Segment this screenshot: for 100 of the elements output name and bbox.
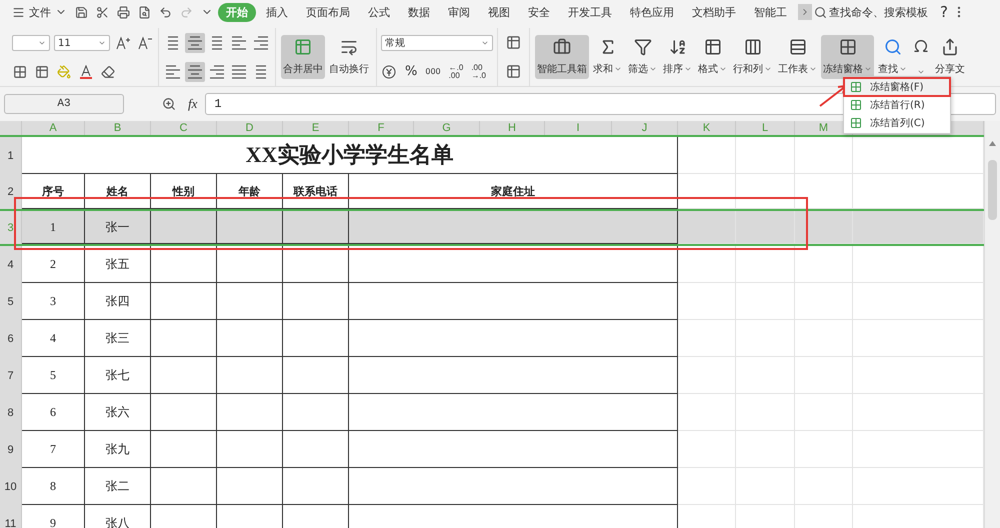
align-icon[interactable]: [230, 62, 248, 80]
row-header[interactable]: 1: [0, 137, 22, 174]
table-row[interactable]: 9 7 张九: [0, 431, 984, 468]
scissors-icon[interactable]: [96, 6, 109, 18]
align-icon[interactable]: [186, 34, 204, 52]
caret-icon[interactable]: [809, 65, 817, 73]
caret-icon[interactable]: [684, 65, 692, 73]
row-header[interactable]: 7: [0, 357, 22, 394]
undo-icon[interactable]: [159, 6, 172, 18]
print-icon[interactable]: [117, 6, 130, 18]
conditional-format-icon[interactable]: [506, 35, 521, 50]
ribbon-tab[interactable]: 开发工具: [560, 2, 620, 22]
merge-center-button[interactable]: 合并居中: [281, 35, 325, 79]
table-cell: [678, 468, 736, 505]
table-row[interactable]: 4 2 张五: [0, 246, 984, 283]
table-row[interactable]: 7 5 张七: [0, 357, 984, 394]
font-name-field[interactable]: [12, 35, 50, 51]
zoom-icon[interactable]: [162, 97, 176, 111]
row-header[interactable]: 11: [0, 505, 22, 528]
cell-reference-field[interactable]: A3: [4, 94, 124, 114]
caret-icon[interactable]: [98, 39, 106, 47]
ribbon-tool-button[interactable]: 工作表: [776, 35, 819, 79]
align-icon[interactable]: [230, 34, 248, 52]
ribbon-tab[interactable]: 审阅: [440, 2, 478, 22]
currency-icon[interactable]: [382, 64, 396, 78]
caret-icon[interactable]: [719, 65, 727, 73]
file-menu[interactable]: 文件: [29, 4, 51, 20]
ribbon-tool-button[interactable]: 筛选: [626, 35, 659, 79]
caret-icon[interactable]: [614, 65, 622, 73]
ribbon-tab[interactable]: 插入: [258, 2, 296, 22]
caret-icon[interactable]: [38, 39, 46, 47]
ribbon-tool-button[interactable]: 智能工具箱: [535, 35, 589, 79]
ribbon-tab[interactable]: 数据: [400, 2, 438, 22]
scrollbar-thumb[interactable]: [988, 160, 997, 220]
row-header[interactable]: 5: [0, 283, 22, 320]
ribbon-tab[interactable]: 公式: [360, 2, 398, 22]
ribbon-tool-button[interactable]: 冻结窗格: [821, 35, 874, 79]
caret-icon[interactable]: [917, 68, 925, 76]
caret-icon[interactable]: [649, 65, 657, 73]
ribbon-tool-button[interactable]: 查找: [876, 35, 909, 79]
menu-icon[interactable]: [12, 6, 25, 18]
row-header[interactable]: 2: [0, 174, 22, 209]
table-row[interactable]: 6 4 张三: [0, 320, 984, 357]
ribbon-tool-button[interactable]: 行和列: [731, 35, 774, 79]
freeze-menu-item[interactable]: 冻结窗格(F): [844, 78, 950, 96]
fill-color-icon[interactable]: [57, 65, 71, 79]
ribbon-tab[interactable]: 特色应用: [622, 2, 682, 22]
remove-decimal-button[interactable]: .00 →.0: [471, 64, 486, 80]
ribbon-tab[interactable]: 安全: [520, 2, 558, 22]
scroll-right-icon[interactable]: [798, 4, 812, 20]
row-header[interactable]: 10: [0, 468, 22, 505]
ribbon-tool-button[interactable]: 格式: [696, 35, 729, 79]
thousands-button[interactable]: 000: [425, 67, 441, 76]
row-header[interactable]: 6: [0, 320, 22, 357]
table-row[interactable]: 5 3 张四: [0, 283, 984, 320]
eraser-icon[interactable]: [101, 65, 115, 79]
table-cell: [736, 320, 795, 357]
ribbon-tool-button[interactable]: 分享文: [933, 35, 967, 79]
table-cell: [283, 431, 349, 468]
row-header[interactable]: 9: [0, 431, 22, 468]
ribbon-tab[interactable]: 视图: [480, 2, 518, 22]
row-header[interactable]: 8: [0, 394, 22, 431]
table-style-icon[interactable]: [506, 64, 521, 79]
number-format-field[interactable]: 常规: [381, 34, 493, 50]
table-row[interactable]: 10 8 张二: [0, 468, 984, 505]
percent-button[interactable]: %: [405, 64, 418, 79]
cell-style-icon[interactable]: [35, 65, 49, 79]
table-row[interactable]: 11 9 张八: [0, 505, 984, 528]
wrap-text-button[interactable]: 自动换行: [327, 35, 371, 79]
ribbon-tool-button[interactable]: 求和: [591, 35, 624, 79]
ribbon-tab[interactable]: 智能工: [746, 2, 795, 22]
table-row[interactable]: 8 6 张六: [0, 394, 984, 431]
caret-icon[interactable]: [864, 65, 872, 73]
add-decimal-button[interactable]: ←.0 .00: [448, 64, 464, 80]
align-icon[interactable]: [252, 34, 270, 52]
table-cell: [736, 137, 795, 174]
search-icon[interactable]: [814, 6, 827, 18]
ribbon-tool-button[interactable]: 排序: [661, 35, 694, 79]
font-size-field[interactable]: 11: [54, 35, 110, 51]
align-icon[interactable]: [186, 62, 204, 80]
table-row[interactable]: 3 1 张一: [0, 209, 984, 246]
scroll-up-icon[interactable]: [989, 141, 996, 146]
font-color-icon[interactable]: [79, 65, 93, 79]
border-icon[interactable]: [13, 65, 27, 79]
ribbon-tab[interactable]: 文档助手: [684, 2, 744, 22]
grid-icon: [850, 81, 862, 93]
preview-icon[interactable]: [138, 6, 151, 18]
row-header[interactable]: 4: [0, 246, 22, 283]
caret-icon[interactable]: [899, 65, 907, 73]
freeze-menu-item[interactable]: 冻结首行(R): [844, 96, 950, 114]
save-icon[interactable]: [75, 6, 88, 18]
align-icon[interactable]: [208, 62, 226, 80]
shrink-font-icon[interactable]: [138, 36, 152, 50]
caret-icon[interactable]: [764, 65, 772, 73]
ribbon-tab[interactable]: 页面布局: [298, 2, 358, 22]
command-search-field[interactable]: 查找命令、搜索模板: [829, 4, 928, 20]
function-button[interactable]: fx: [188, 96, 198, 112]
help-button[interactable]: ?: [940, 3, 948, 21]
align-icon[interactable]: [164, 62, 182, 80]
grow-font-icon[interactable]: [116, 36, 130, 50]
